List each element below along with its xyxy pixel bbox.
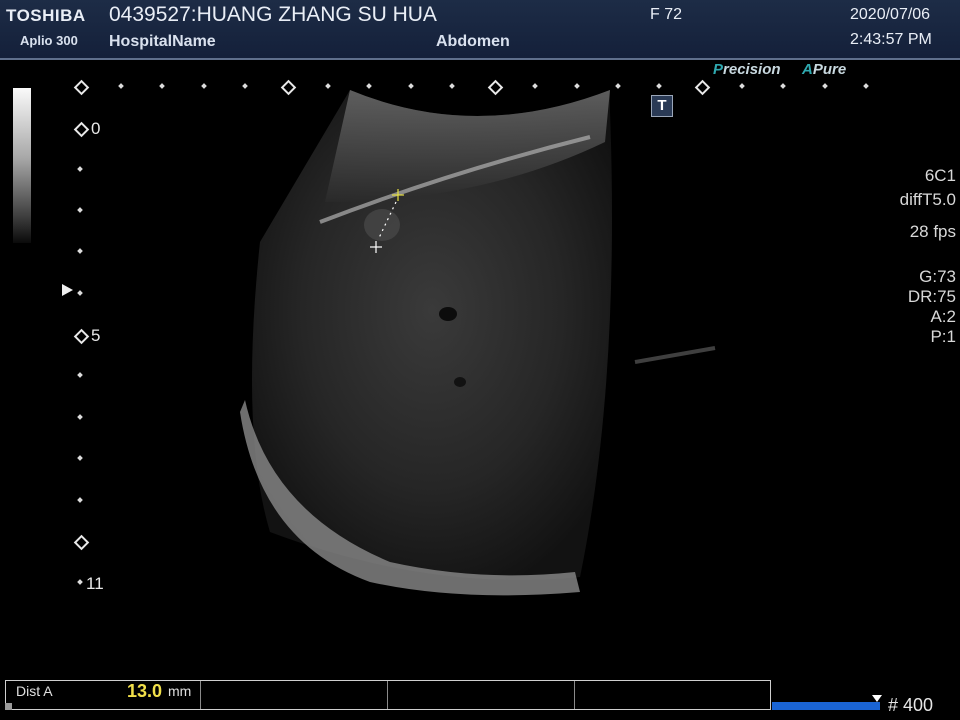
scale-marker-major — [73, 79, 90, 96]
measurement-cell-empty — [387, 681, 575, 709]
scale-marker — [780, 83, 786, 89]
faint-echo — [634, 346, 716, 364]
depth-marker — [77, 248, 83, 254]
vessel-dark — [439, 307, 457, 321]
measurement-cell-empty — [574, 681, 770, 709]
study-type: Abdomen — [436, 33, 510, 50]
precision-rest: recision — [723, 61, 781, 78]
frame-number: F 72 — [650, 6, 683, 23]
depth-marker — [77, 497, 83, 503]
measurement-label: Dist A — [16, 683, 53, 699]
precision-badge: Precision — [713, 61, 781, 78]
hospital-name: HospitalName — [109, 33, 216, 50]
depth-marker — [77, 207, 83, 213]
study-date: 2020/07/06 — [850, 6, 931, 23]
ultrasound-image[interactable] — [200, 82, 760, 602]
scale-marker — [118, 83, 124, 89]
depth-marker-major — [73, 534, 90, 551]
frame-rate: 28 fps — [909, 222, 956, 241]
focus-marker-icon[interactable] — [62, 284, 73, 296]
scale-marker — [822, 83, 828, 89]
apure-badge: APure — [802, 61, 846, 78]
depth-marker — [77, 166, 83, 172]
apure-rest: Pure — [812, 61, 847, 78]
brand-logo: TOSHIBA — [6, 6, 86, 25]
param-a: A:2 — [930, 307, 956, 326]
depth-marker-major — [73, 328, 90, 345]
study-time: 2:43:57 PM — [850, 31, 932, 48]
apure-letter: A — [802, 61, 813, 78]
precision-letter: P — [713, 61, 724, 78]
cine-position-icon[interactable] — [872, 695, 882, 702]
scale-marker — [863, 83, 869, 89]
text-annotation-icon[interactable]: T — [651, 95, 673, 117]
vessel-dark — [454, 377, 466, 387]
depth-marker — [77, 290, 83, 296]
cine-progress-bar[interactable] — [772, 702, 880, 710]
depth-label-5: 5 — [91, 326, 101, 345]
depth-label-11: 11 — [86, 574, 104, 593]
measurement-table: Dist A 13.0 mm — [5, 680, 771, 710]
depth-marker — [77, 579, 83, 585]
measurement-cell[interactable]: Dist A 13.0 mm — [6, 681, 201, 709]
depth-marker-major — [73, 121, 90, 138]
depth-marker — [77, 455, 83, 461]
grayscale-bar — [13, 88, 31, 243]
indicator-square — [5, 703, 12, 710]
frame-count: # 400 — [888, 695, 934, 715]
depth-label-0: 0 — [91, 119, 101, 138]
lesion-region — [364, 209, 400, 241]
model-name: Aplio 300 — [20, 33, 78, 48]
measurement-cell-empty — [200, 681, 388, 709]
probe-type: 6C1 — [924, 166, 956, 185]
imaging-mode: diffT5.0 — [899, 190, 956, 209]
scale-marker — [159, 83, 165, 89]
param-p: P:1 — [930, 327, 956, 346]
depth-marker — [77, 372, 83, 378]
header-bar: TOSHIBA Aplio 300 0439527:HUANG ZHANG SU… — [0, 0, 960, 60]
depth-marker — [77, 414, 83, 420]
measurement-unit: mm — [168, 683, 192, 699]
patient-id-name: 0439527:HUANG ZHANG SU HUA — [109, 3, 437, 26]
dynamic-range: DR:75 — [907, 287, 956, 306]
gain-value: G:73 — [919, 267, 956, 286]
measurement-value: 13.0 — [127, 681, 163, 701]
